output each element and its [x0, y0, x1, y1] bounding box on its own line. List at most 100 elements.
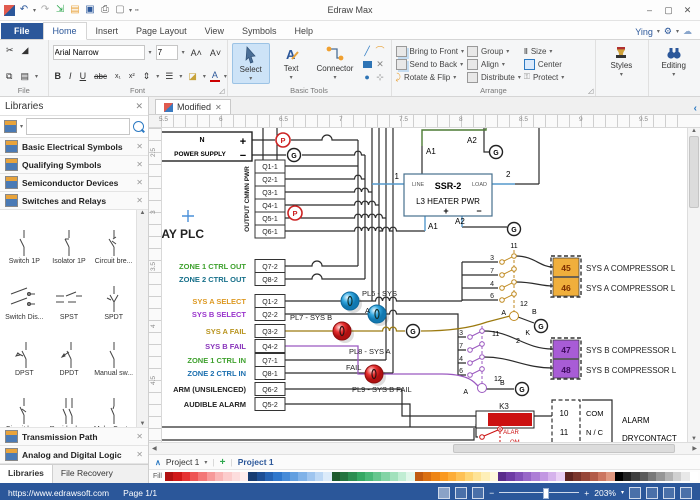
palette-swatch[interactable]	[648, 472, 656, 481]
library-menu-icon[interactable]	[4, 120, 17, 133]
palette-swatch[interactable]	[215, 472, 223, 481]
terminal-label[interactable]: Q2-1	[262, 177, 278, 184]
palette-swatch[interactable]	[365, 472, 373, 481]
palette-swatch[interactable]	[190, 472, 198, 481]
page-selector[interactable]: Project 1	[166, 457, 200, 467]
palette-swatch[interactable]	[440, 472, 448, 481]
close-button[interactable]: ✕	[679, 3, 696, 17]
p-symbol[interactable]: P	[288, 206, 302, 220]
connection-point-tool-icon[interactable]: ✕	[376, 60, 384, 69]
palette-swatch[interactable]	[265, 472, 273, 481]
horizontal-scroll-thumb[interactable]	[453, 444, 675, 453]
palette-swatch[interactable]	[406, 472, 414, 481]
g-symbol[interactable]: G	[508, 223, 521, 236]
terminal-label[interactable]: Q3-1	[262, 190, 278, 197]
scroll-down-icon[interactable]: ▼	[140, 421, 146, 427]
tab-home[interactable]: Home	[43, 22, 87, 40]
styles-button[interactable]: Styles▾	[600, 43, 642, 84]
horizontal-scrollbar[interactable]: ◀ ▶	[149, 442, 700, 454]
format-painter-icon[interactable]: ◢	[20, 45, 31, 56]
tab-help[interactable]: Help	[285, 23, 322, 39]
italic-button[interactable]: I	[67, 71, 74, 81]
g-symbol[interactable]: G	[516, 383, 529, 396]
symbol-spdt[interactable]: SPDT	[91, 268, 136, 324]
palette-swatch[interactable]	[465, 472, 473, 481]
palette-swatch[interactable]	[307, 472, 315, 481]
scroll-up-icon[interactable]: ▲	[691, 128, 697, 134]
paste-caret-icon[interactable]: ▾	[35, 73, 38, 80]
status-url[interactable]: https://www.edrawsoft.com	[8, 488, 109, 498]
palette-swatch[interactable]	[523, 472, 531, 481]
g-symbol[interactable]: G	[407, 325, 420, 338]
signal-label[interactable]: SYS A SELECT	[192, 297, 246, 306]
protect-button[interactable]: ⚿Protect▾	[524, 71, 564, 83]
symbol-manual-switch[interactable]: Manual sw...	[91, 324, 136, 380]
palette-swatch[interactable]	[323, 472, 331, 481]
library-close-icon[interactable]: ✕	[136, 196, 143, 205]
terminal-label[interactable]: Q7-1	[262, 358, 278, 365]
symbol-residual-current[interactable]: Residual c...	[47, 380, 92, 428]
wire-number[interactable]: 1	[395, 172, 400, 181]
line-spacing-icon[interactable]: ⇕	[141, 71, 153, 82]
superscript-button[interactable]: x²	[127, 73, 137, 80]
palette-swatch[interactable]	[232, 472, 240, 481]
copy-icon[interactable]: ⧉	[4, 71, 14, 82]
undo-caret-icon[interactable]: ▾	[33, 7, 36, 14]
wire-label[interactable]: A2	[455, 217, 465, 226]
zoom-caret-icon[interactable]: ▾	[621, 489, 624, 496]
symbol-grid-scrollbar[interactable]: ▲▼	[136, 210, 148, 427]
palette-swatch[interactable]	[240, 472, 248, 481]
palette-swatch[interactable]	[315, 472, 323, 481]
palette-swatch[interactable]	[448, 472, 456, 481]
tab-page-layout[interactable]: Page Layout	[127, 23, 196, 39]
lamp-pl9[interactable]	[365, 365, 386, 386]
library-item-semiconductor[interactable]: Semiconductor Devices✕	[0, 174, 148, 192]
text-tool-button[interactable]: A Text▾	[273, 43, 309, 84]
rectangle-tool-icon[interactable]	[363, 61, 372, 68]
wire-label[interactable]: A1	[426, 147, 436, 156]
redo-button[interactable]: ↷	[39, 4, 51, 16]
underline-button[interactable]: U	[78, 71, 89, 81]
signal-label[interactable]: AUDIBLE ALARM	[184, 400, 246, 409]
ellipse-tool-icon[interactable]: ●	[364, 73, 369, 82]
editing-button[interactable]: Editing▾	[653, 43, 695, 84]
document-tab-modified[interactable]: Modified ✕	[155, 99, 231, 114]
sys-a-relay-contacts[interactable]: 3 7 4 6 11 12 A B K	[490, 243, 537, 337]
bring-to-front-button[interactable]: Bring to Front▾	[396, 45, 464, 57]
symbol-switch-1p[interactable]: Switch 1P	[2, 212, 47, 268]
libraries-panel-close-icon[interactable]: ✕	[135, 101, 143, 112]
highlight-icon[interactable]: ◪	[186, 71, 199, 82]
scroll-right-icon[interactable]: ▶	[689, 445, 700, 452]
p-symbol[interactable]: P	[276, 133, 290, 147]
palette-swatch[interactable]	[581, 472, 589, 481]
palette-swatch[interactable]	[631, 472, 639, 481]
tab-libraries[interactable]: Libraries	[0, 465, 53, 483]
library-close-icon[interactable]: ✕	[136, 450, 143, 459]
qat-more-icon[interactable]: ▾	[129, 7, 132, 14]
group-button[interactable]: Group▾	[467, 45, 521, 57]
palette-swatch[interactable]	[673, 472, 681, 481]
palette-swatch[interactable]	[598, 472, 606, 481]
palette-swatch[interactable]	[681, 472, 689, 481]
compressor-label[interactable]: SYS A COMPRESSOR L	[586, 264, 676, 273]
symbol-circuit-breaker[interactable]: Circuit bre...	[91, 212, 136, 268]
zoom-out-icon[interactable]: −	[489, 488, 494, 498]
send-to-back-button[interactable]: Send to Back▾	[396, 58, 464, 70]
palette-swatch[interactable]	[656, 472, 664, 481]
library-search-input[interactable]	[26, 118, 130, 135]
library-close-icon[interactable]: ✕	[136, 142, 143, 151]
qat-customize-icon[interactable]: ╍	[135, 7, 139, 14]
symbol-dpst[interactable]: DPST	[2, 324, 47, 380]
vertical-scrollbar[interactable]: ▲ ▼	[687, 128, 700, 442]
presentation-view-icon[interactable]	[472, 487, 484, 499]
print-button[interactable]: ⎙	[99, 4, 111, 16]
zoom-level[interactable]: 203%	[594, 488, 616, 498]
g-symbol[interactable]: G	[535, 320, 548, 333]
palette-swatch[interactable]	[257, 472, 265, 481]
palette-swatch[interactable]	[381, 472, 389, 481]
palette-swatch[interactable]	[290, 472, 298, 481]
crop-tool-icon[interactable]: ⊹	[376, 73, 384, 82]
bold-button[interactable]: B	[53, 71, 64, 81]
terminal-label[interactable]: Q8-2	[262, 277, 278, 284]
page-tab-project-1[interactable]: Project 1	[238, 457, 274, 467]
